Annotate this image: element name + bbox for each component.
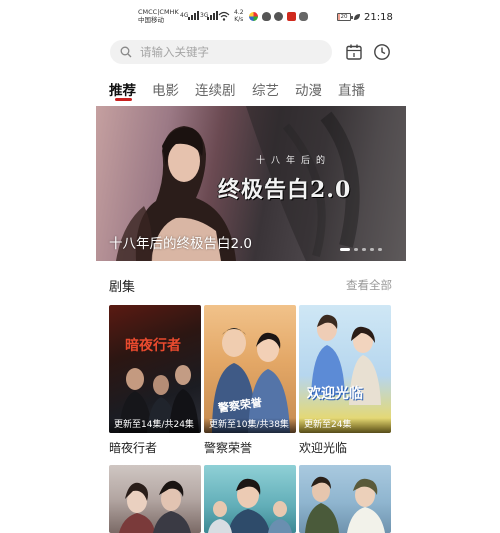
wifi-icon bbox=[218, 11, 230, 21]
speed-value: 4.2 bbox=[234, 9, 244, 16]
series-poster[interactable] bbox=[204, 465, 296, 533]
app-notification-icon bbox=[249, 12, 258, 21]
poster-art bbox=[119, 480, 191, 533]
battery-icon: 20 bbox=[337, 13, 353, 21]
carousel-indicator bbox=[340, 248, 382, 251]
search-bar[interactable] bbox=[110, 40, 332, 64]
signal-1-icon bbox=[188, 11, 199, 20]
poster-art bbox=[119, 365, 199, 433]
poster-title: 欢迎光临 bbox=[307, 386, 363, 402]
series-poster[interactable]: 暗夜行者 更新至14集/共24集 bbox=[109, 305, 201, 433]
calendar-icon[interactable] bbox=[345, 43, 363, 61]
poster-art bbox=[212, 328, 290, 433]
view-all-link[interactable]: 查看全部 bbox=[346, 277, 392, 293]
history-clock-icon[interactable] bbox=[373, 43, 391, 61]
carousel-dot[interactable] bbox=[362, 248, 366, 251]
banner-logo: 终极告白2.0 bbox=[218, 177, 352, 203]
status-time: 21:18 bbox=[364, 12, 393, 23]
carousel-dot[interactable] bbox=[340, 248, 350, 251]
episode-badge: 更新至14集/共24集 bbox=[109, 418, 201, 433]
series-title[interactable]: 暗夜行者 bbox=[109, 439, 201, 456]
series-poster[interactable] bbox=[109, 465, 201, 533]
series-card[interactable]: 欢迎光临 更新至24集 欢迎光临 bbox=[299, 305, 391, 456]
series-poster[interactable] bbox=[299, 465, 391, 533]
series-card[interactable]: 警察荣誉 更新至10集/共38集 警察荣誉 bbox=[204, 305, 296, 456]
network-speed: 4.2 K/s bbox=[234, 9, 244, 23]
poster-art bbox=[305, 476, 385, 533]
wechat-icon bbox=[299, 12, 308, 21]
carousel-dot[interactable] bbox=[370, 248, 374, 251]
series-title[interactable]: 警察荣誉 bbox=[204, 439, 296, 456]
carrier-info: CMCC|CMHK 中国移动 bbox=[138, 8, 179, 24]
series-card[interactable] bbox=[109, 465, 201, 533]
red-app-icon bbox=[287, 12, 296, 21]
carousel-dot[interactable] bbox=[378, 248, 382, 251]
series-title[interactable]: 欢迎光临 bbox=[299, 439, 391, 456]
chat-icon bbox=[274, 12, 283, 21]
active-tab-indicator bbox=[115, 98, 132, 101]
carrier-name: CMCC|CMHK bbox=[138, 8, 179, 16]
poster-art bbox=[311, 314, 381, 405]
poster-art bbox=[208, 478, 292, 533]
search-input[interactable] bbox=[140, 40, 325, 64]
status-bar: CMCC|CMHK 中国移动 4G 3G 4.2 K/s 20 21:18 bbox=[96, 0, 406, 32]
episode-badge: 更新至24集 bbox=[299, 418, 391, 433]
section-title: 剧集 bbox=[109, 280, 136, 295]
banner-logo-subtitle: 十八年后的 bbox=[256, 156, 332, 166]
carousel-dot[interactable] bbox=[354, 248, 358, 251]
series-card[interactable]: 暗夜行者 更新至14集/共24集 暗夜行者 bbox=[109, 305, 201, 456]
carrier-name-cn: 中国移动 bbox=[138, 16, 164, 24]
battery-level: 20 bbox=[340, 14, 348, 20]
series-card[interactable] bbox=[299, 465, 391, 533]
series-card[interactable] bbox=[204, 465, 296, 533]
leaf-icon bbox=[354, 14, 360, 20]
tab-recommend[interactable]: 推荐 bbox=[109, 79, 136, 99]
tab-live[interactable]: 直播 bbox=[338, 79, 365, 99]
signal-2-icon bbox=[207, 11, 218, 20]
hero-banner[interactable]: 十八年后的 终极告白2.0 十八年后的终极告白2.0 bbox=[96, 106, 406, 261]
series-poster[interactable]: 欢迎光临 更新至24集 bbox=[299, 305, 391, 433]
tab-movies[interactable]: 电影 bbox=[152, 79, 179, 99]
banner-title: 十八年后的终极告白2.0 bbox=[109, 236, 252, 252]
episode-badge: 更新至10集/共38集 bbox=[204, 418, 296, 433]
tab-variety[interactable]: 综艺 bbox=[252, 79, 279, 99]
tab-series[interactable]: 连续剧 bbox=[195, 79, 236, 99]
series-poster[interactable]: 警察荣誉 更新至10集/共38集 bbox=[204, 305, 296, 433]
search-icon bbox=[120, 46, 132, 58]
qq-icon bbox=[262, 12, 271, 21]
speed-unit: K/s bbox=[234, 16, 244, 23]
tab-anime[interactable]: 动漫 bbox=[295, 79, 322, 99]
poster-title: 暗夜行者 bbox=[125, 338, 181, 354]
app-screen: CMCC|CMHK 中国移动 4G 3G 4.2 K/s 20 21:18 请输… bbox=[96, 0, 406, 533]
